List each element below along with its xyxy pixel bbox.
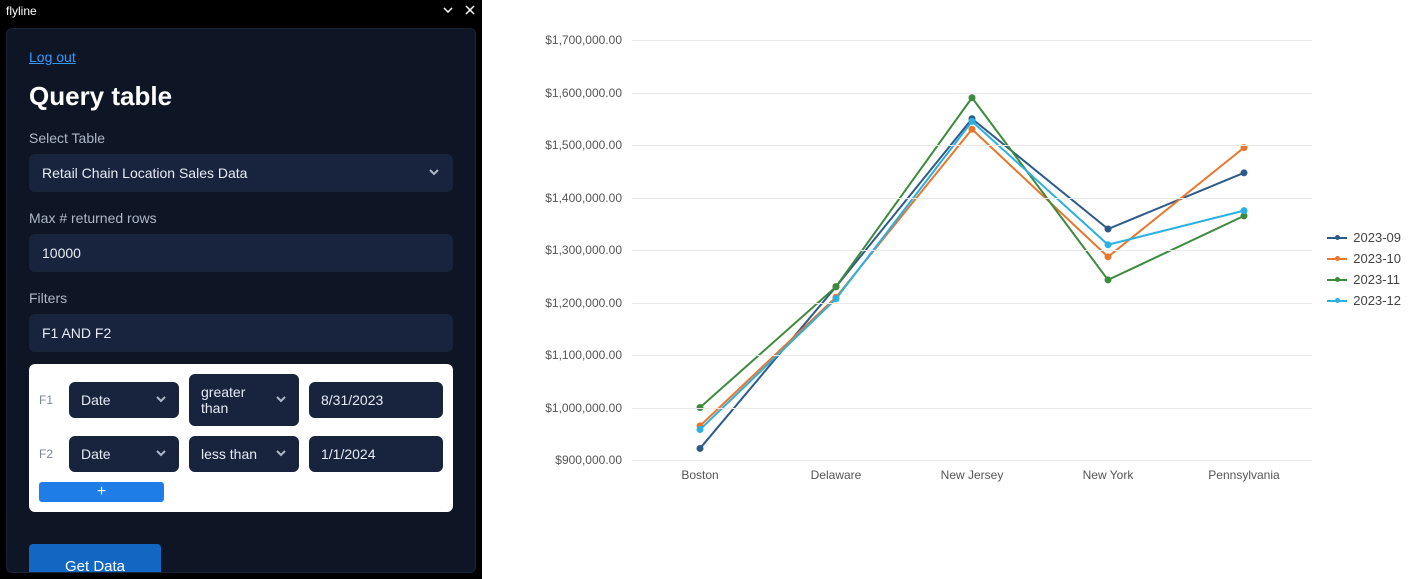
chart-series-line (700, 121, 1244, 429)
x-tick-label: New Jersey (904, 468, 1040, 482)
gridline (632, 355, 1312, 356)
chart-series-line (700, 129, 1244, 426)
filter-field-dropdown[interactable]: Date (69, 436, 179, 472)
y-tick-label: $1,700,000.00 (522, 33, 622, 47)
x-axis-labels: BostonDelawareNew JerseyNew YorkPennsylv… (632, 468, 1312, 482)
x-tick-label: Boston (632, 468, 768, 482)
y-tick-label: $900,000.00 (522, 453, 622, 467)
query-panel: flyline Log out Query table Select Table… (0, 0, 482, 579)
close-icon[interactable] (464, 4, 476, 19)
legend-item: 2023-09 (1327, 230, 1401, 245)
y-tick-label: $1,500,000.00 (522, 138, 622, 152)
legend-label: 2023-12 (1353, 293, 1401, 308)
legend-item: 2023-10 (1327, 251, 1401, 266)
gridline (632, 40, 1312, 41)
filter-op-dropdown[interactable]: greater than (189, 374, 299, 426)
x-tick-label: Pennsylvania (1176, 468, 1312, 482)
panel-body: Log out Query table Select Table Retail … (6, 28, 476, 573)
gridline (632, 93, 1312, 94)
gridline (632, 408, 1312, 409)
select-table-dropdown[interactable]: Retail Chain Location Sales Data (29, 154, 453, 192)
chart-data-point (1241, 207, 1248, 214)
chart-data-point (1105, 241, 1112, 248)
chevron-down-icon (275, 392, 287, 408)
chart-data-point (969, 126, 976, 133)
chart-series-line (700, 119, 1244, 449)
max-rows-input[interactable] (42, 245, 440, 261)
chevron-down-icon (428, 165, 440, 181)
legend-label: 2023-10 (1353, 251, 1401, 266)
y-axis: $900,000.00$1,000,000.00$1,100,000.00$1,… (522, 40, 622, 460)
select-table-value: Retail Chain Location Sales Data (42, 165, 247, 181)
filter-value-field[interactable]: 1/1/2024 (309, 436, 443, 472)
y-tick-label: $1,400,000.00 (522, 191, 622, 205)
chart-data-point (1241, 169, 1248, 176)
filters-expr-field[interactable] (29, 314, 453, 352)
chevron-down-icon (155, 392, 167, 408)
y-tick-label: $1,300,000.00 (522, 243, 622, 257)
chevron-down-icon (155, 446, 167, 462)
legend-item: 2023-11 (1327, 272, 1401, 287)
gridline (632, 198, 1312, 199)
gridline (632, 145, 1312, 146)
chart-data-point (697, 426, 704, 433)
y-tick-label: $1,000,000.00 (522, 401, 622, 415)
chart-data-point (1105, 253, 1112, 260)
chart-data-point (1105, 226, 1112, 233)
chart-data-point (833, 295, 840, 302)
y-tick-label: $1,200,000.00 (522, 296, 622, 310)
filters-label: Filters (29, 290, 453, 306)
y-tick-label: $1,100,000.00 (522, 348, 622, 362)
legend-label: 2023-09 (1353, 230, 1401, 245)
filter-value-field[interactable]: 8/31/2023 (309, 382, 443, 418)
get-data-button[interactable]: Get Data (29, 544, 161, 573)
chart-data-point (969, 94, 976, 101)
filter-row: F1 Date greater than 8/31/2023 (39, 374, 443, 426)
plot-area (632, 40, 1312, 460)
select-table-label: Select Table (29, 130, 453, 146)
filter-tag: F1 (39, 393, 59, 407)
gridline (632, 303, 1312, 304)
gridline (632, 460, 1312, 461)
max-rows-field[interactable] (29, 234, 453, 272)
x-tick-label: Delaware (768, 468, 904, 482)
chart-data-point (697, 445, 704, 452)
legend-item: 2023-12 (1327, 293, 1401, 308)
x-tick-label: New York (1040, 468, 1176, 482)
line-chart: $900,000.00 $1,000,000.00 $1,100,000.00 $1,… (522, 40, 1342, 500)
gridline (632, 250, 1312, 251)
filter-op-dropdown[interactable]: less than (189, 436, 299, 472)
filter-field-dropdown[interactable]: Date (69, 382, 179, 418)
minimize-icon[interactable] (442, 4, 454, 19)
window-title: flyline (6, 4, 37, 18)
page-title: Query table (29, 81, 453, 112)
chart-area: $900,000.00 $1,000,000.00 $1,100,000.00 $1,… (482, 0, 1411, 579)
chart-data-point (833, 283, 840, 290)
y-tick-label: $1,600,000.00 (522, 86, 622, 100)
add-filter-button[interactable]: + (39, 482, 164, 502)
filters-box: F1 Date greater than 8/31/2023 F2 (29, 364, 453, 512)
max-rows-label: Max # returned rows (29, 210, 453, 226)
chart-data-point (1105, 276, 1112, 283)
logout-link[interactable]: Log out (29, 49, 76, 65)
filter-tag: F2 (39, 447, 59, 461)
chart-legend: 2023-09 2023-10 2023-11 2023-12 (1327, 230, 1401, 314)
filters-expr-input[interactable] (42, 325, 440, 341)
filter-row: F2 Date less than 1/1/2024 (39, 436, 443, 472)
chart-data-point (969, 118, 976, 125)
window-titlebar: flyline (0, 0, 482, 22)
chevron-down-icon (275, 446, 287, 462)
legend-label: 2023-11 (1353, 272, 1400, 287)
